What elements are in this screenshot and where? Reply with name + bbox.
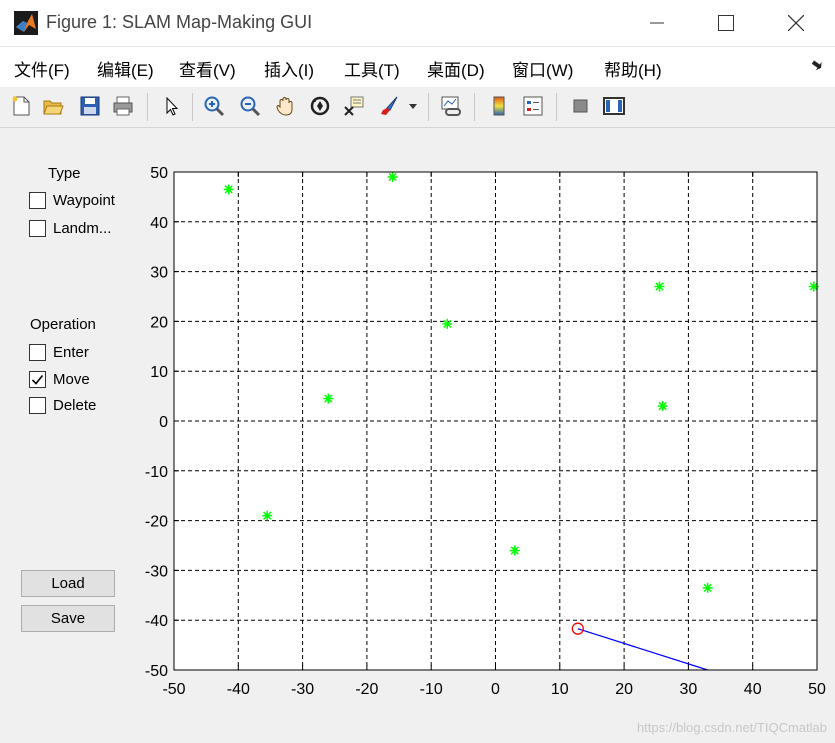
- watermark: https://blog.csdn.net/TIQCmatlab: [636, 720, 827, 735]
- landmark-marker[interactable]: [702, 582, 713, 593]
- y-tick-label: 40: [150, 215, 168, 232]
- x-tick-label: 50: [808, 681, 826, 698]
- y-tick-label: 20: [150, 314, 168, 331]
- y-tick-label: 30: [150, 265, 168, 282]
- landmark-marker[interactable]: [509, 545, 520, 556]
- x-tick-labels: -50 -40 -30 -20 -10 0 10 20 30 40 50: [162, 681, 826, 698]
- y-tick-label: 0: [159, 414, 168, 431]
- landmark-marker[interactable]: [223, 184, 234, 195]
- landmark-marker[interactable]: [657, 401, 668, 412]
- y-tick-label: -30: [145, 563, 168, 580]
- landmark-marker[interactable]: [442, 318, 453, 329]
- x-tick-label: -30: [291, 681, 314, 698]
- x-tick-label: -10: [420, 681, 443, 698]
- landmark-marker[interactable]: [654, 281, 665, 292]
- y-tick-label: -50: [145, 663, 168, 680]
- map-axes[interactable]: -50 -40 -30 -20 -10 0 10 20 30 40 50 -50-40-30-20-…: [0, 0, 835, 743]
- x-tick-label: 10: [551, 681, 569, 698]
- landmark-marker[interactable]: [387, 171, 398, 182]
- y-tick-label: -20: [145, 514, 168, 531]
- x-tick-label: 0: [491, 681, 500, 698]
- x-tick-label: -50: [162, 681, 185, 698]
- y-tick-label: -10: [145, 464, 168, 481]
- y-tick-labels: -50 -40 -30 -20 -10 0 10 20 30 40 50: [145, 165, 168, 680]
- x-tick-label: 20: [615, 681, 633, 698]
- x-tick-label: 30: [680, 681, 698, 698]
- y-tick-label: -40: [145, 613, 168, 630]
- landmark-marker[interactable]: [262, 510, 273, 521]
- landmark-marker[interactable]: [323, 393, 334, 404]
- x-tick-label: 40: [744, 681, 762, 698]
- y-tick-label: 50: [150, 165, 168, 182]
- y-tick-label: 10: [150, 364, 168, 381]
- x-tick-label: -40: [227, 681, 250, 698]
- x-tick-label: -20: [355, 681, 378, 698]
